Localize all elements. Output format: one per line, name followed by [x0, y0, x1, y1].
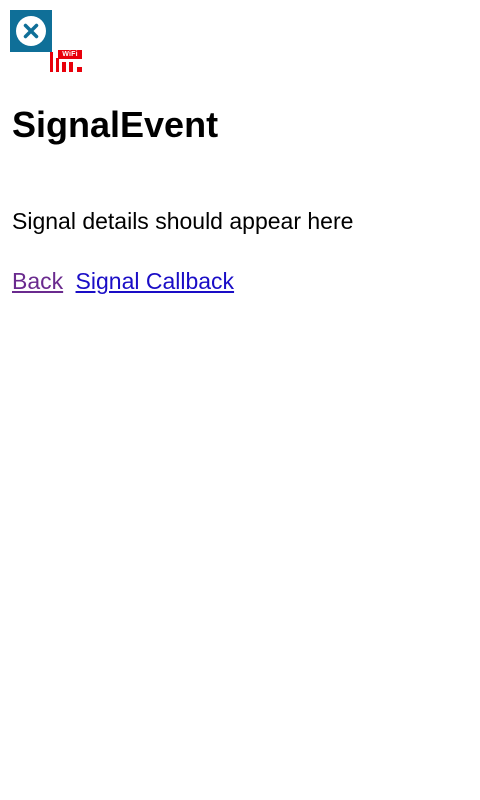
close-button[interactable]	[10, 10, 52, 52]
wifi-status-indicator: WiFi	[50, 50, 82, 72]
page-title: SignalEvent	[12, 104, 219, 145]
signal-callback-link[interactable]: Signal Callback	[76, 268, 235, 294]
back-link[interactable]: Back	[12, 268, 63, 294]
close-icon	[16, 16, 46, 46]
signal-details-text: Signal details should appear here	[12, 208, 354, 234]
navigation-links: Back Signal Callback	[12, 267, 234, 295]
wifi-label: WiFi	[58, 50, 82, 59]
